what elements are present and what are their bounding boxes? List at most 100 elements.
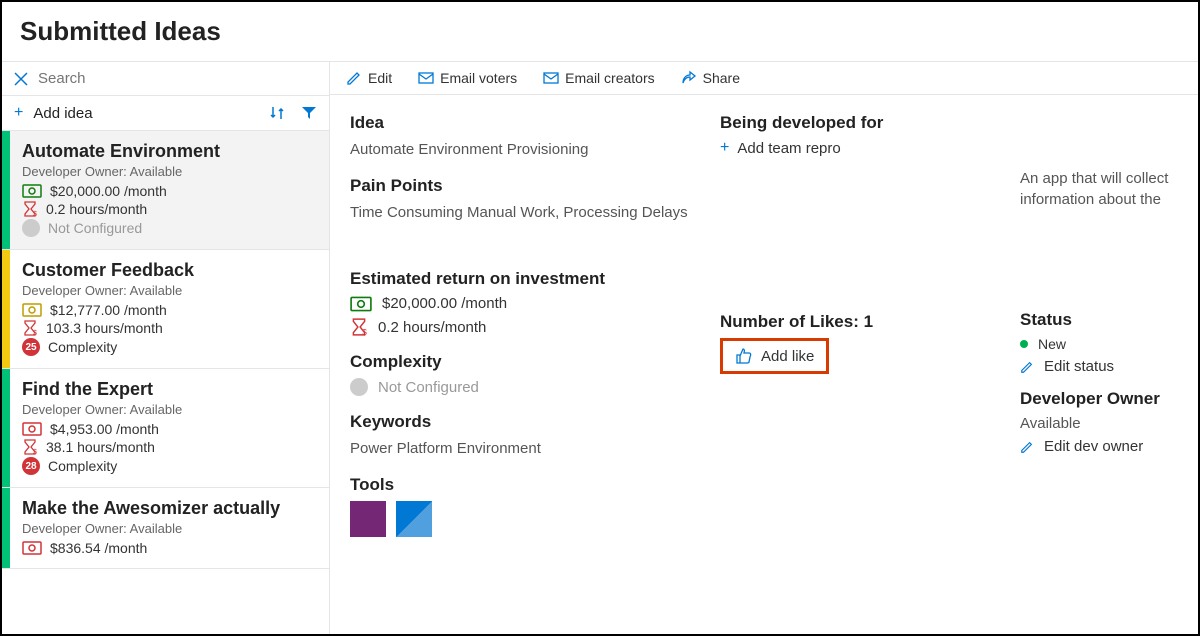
status-bar xyxy=(2,250,10,368)
add-team-button[interactable]: + Add team repro xyxy=(720,139,990,157)
idea-item[interactable]: Find the Expert Developer Owner: Availab… xyxy=(2,369,329,488)
add-team-label: Add team repro xyxy=(737,140,840,157)
pencil-icon xyxy=(1020,360,1034,374)
idea-title: Automate Environment xyxy=(22,141,317,162)
add-idea-row[interactable]: + Add idea xyxy=(2,96,329,131)
idea-complexity: Complexity xyxy=(48,339,117,355)
share-button[interactable]: Share xyxy=(681,70,740,86)
money-icon xyxy=(22,422,42,436)
pencil-icon xyxy=(1020,440,1034,454)
pain-value: Time Consuming Manual Work, Processing D… xyxy=(350,202,690,223)
hourglass-icon: $ xyxy=(22,320,38,336)
email-voters-label: Email voters xyxy=(440,70,517,86)
filter-icon[interactable] xyxy=(301,105,317,121)
idea-hours: 38.1 hours/month xyxy=(46,439,155,455)
tool-icon-blue xyxy=(396,501,432,537)
idea-label: Idea xyxy=(350,113,690,133)
tools-label: Tools xyxy=(350,475,690,495)
hourglass-icon: $ xyxy=(22,201,38,217)
mail-icon xyxy=(418,71,434,85)
toolbar: Edit Email voters Email creators Share xyxy=(330,62,1198,95)
edit-dev-owner-button[interactable]: Edit dev owner xyxy=(1020,438,1178,455)
idea-title: Find the Expert xyxy=(22,379,317,400)
add-like-label: Add like xyxy=(761,348,814,365)
edit-status-label: Edit status xyxy=(1044,358,1114,375)
status-label: Status xyxy=(1020,310,1178,330)
complexity-badge xyxy=(350,378,368,396)
idea-cost: $12,777.00 /month xyxy=(50,302,167,318)
thumb-up-icon xyxy=(735,347,753,365)
idea-hours: 0.2 hours/month xyxy=(46,201,147,217)
status-dot xyxy=(1020,340,1028,348)
description-text: An app that will collect information abo… xyxy=(1020,168,1178,210)
status-bar xyxy=(2,488,10,568)
mail-icon xyxy=(543,71,559,85)
likes-label: Number of Likes: 1 xyxy=(720,312,990,332)
sidebar: + Add idea Automate Environment Develope… xyxy=(2,62,330,634)
keywords-label: Keywords xyxy=(350,412,690,432)
close-icon[interactable] xyxy=(14,72,28,86)
search-row[interactable] xyxy=(2,62,329,96)
idea-item[interactable]: Customer Feedback Developer Owner: Avail… xyxy=(2,250,329,369)
idea-complexity: Complexity xyxy=(48,458,117,474)
idea-item[interactable]: Make the Awesomizer actually Developer O… xyxy=(2,488,329,569)
email-voters-button[interactable]: Email voters xyxy=(418,70,517,86)
sort-icon[interactable] xyxy=(269,105,285,121)
email-creators-button[interactable]: Email creators xyxy=(543,70,654,86)
ideas-list: Automate Environment Developer Owner: Av… xyxy=(2,131,329,634)
page-title: Submitted Ideas xyxy=(20,16,1180,47)
edit-button[interactable]: Edit xyxy=(346,70,392,86)
svg-text:$: $ xyxy=(33,211,37,217)
edit-status-button[interactable]: Edit status xyxy=(1020,358,1178,375)
idea-hours: 103.3 hours/month xyxy=(46,320,163,336)
complexity-badge xyxy=(22,219,40,237)
status-bar xyxy=(2,131,10,249)
complexity-value: Not Configured xyxy=(378,379,479,396)
complexity-badge: 25 xyxy=(22,338,40,356)
status-value: New xyxy=(1038,336,1066,352)
roi-label: Estimated return on investment xyxy=(350,269,690,289)
roi-hours: 0.2 hours/month xyxy=(378,319,486,336)
money-icon xyxy=(22,184,42,198)
page-header: Submitted Ideas xyxy=(2,2,1198,62)
hourglass-icon: $ xyxy=(350,318,368,336)
idea-title: Make the Awesomizer actually xyxy=(22,498,317,519)
detail-panel: Idea Automate Environment Provisioning P… xyxy=(330,95,1198,634)
roi-cost: $20,000.00 /month xyxy=(382,295,507,312)
email-creators-label: Email creators xyxy=(565,70,654,86)
tool-icon-purple xyxy=(350,501,386,537)
main-panel: Edit Email voters Email creators Share xyxy=(330,62,1198,634)
idea-owner: Developer Owner: Available xyxy=(22,164,317,179)
plus-icon: + xyxy=(14,104,23,122)
svg-text:$: $ xyxy=(362,328,367,336)
add-idea-label: Add idea xyxy=(33,105,253,122)
idea-owner: Developer Owner: Available xyxy=(22,402,317,417)
search-input[interactable] xyxy=(38,70,317,87)
complexity-label: Complexity xyxy=(350,352,690,372)
idea-value: Automate Environment Provisioning xyxy=(350,139,690,160)
edit-dev-owner-label: Edit dev owner xyxy=(1044,438,1143,455)
idea-complexity: Not Configured xyxy=(48,220,142,236)
being-developed-label: Being developed for xyxy=(720,113,990,133)
idea-cost: $836.54 /month xyxy=(50,540,147,556)
status-bar xyxy=(2,369,10,487)
idea-item[interactable]: Automate Environment Developer Owner: Av… xyxy=(2,131,329,250)
svg-text:$: $ xyxy=(33,330,37,336)
pain-label: Pain Points xyxy=(350,176,690,196)
plus-icon: + xyxy=(720,139,729,157)
share-label: Share xyxy=(703,70,740,86)
svg-text:$: $ xyxy=(33,449,37,455)
money-icon xyxy=(22,303,42,317)
share-icon xyxy=(681,70,697,86)
dev-owner-label: Developer Owner xyxy=(1020,389,1178,409)
idea-cost: $4,953.00 /month xyxy=(50,421,159,437)
pencil-icon xyxy=(346,70,362,86)
dev-owner-value: Available xyxy=(1020,415,1178,432)
hourglass-icon: $ xyxy=(22,439,38,455)
edit-label: Edit xyxy=(368,70,392,86)
idea-title: Customer Feedback xyxy=(22,260,317,281)
add-like-button[interactable]: Add like xyxy=(720,338,829,374)
money-icon xyxy=(350,296,372,312)
idea-owner: Developer Owner: Available xyxy=(22,283,317,298)
money-icon xyxy=(22,541,42,555)
